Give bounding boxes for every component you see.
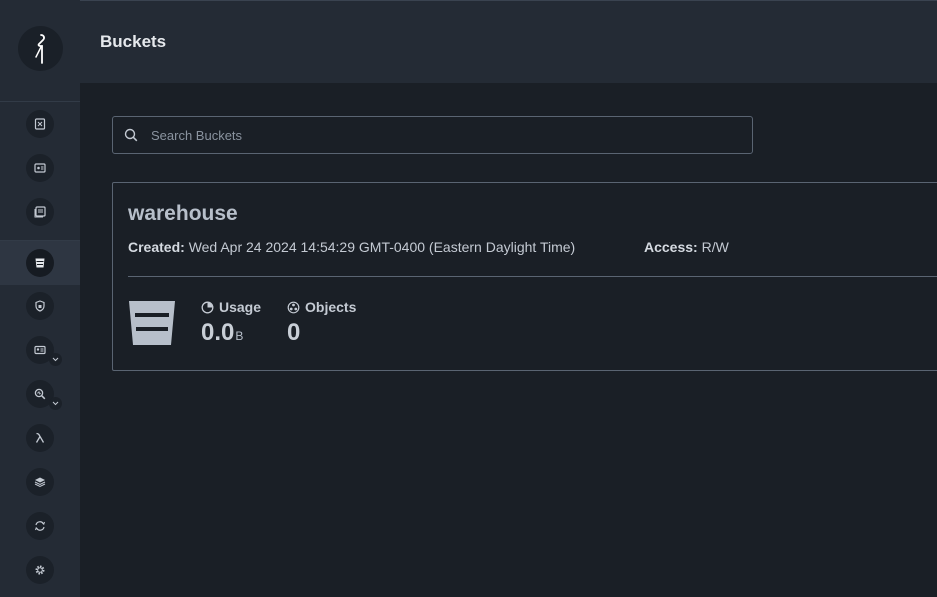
identity-icon: [34, 345, 46, 355]
created-value: Wed Apr 24 2024 14:54:29 GMT-0400 (Easte…: [188, 239, 576, 255]
page-title: Buckets: [100, 32, 167, 51]
sidebar: [0, 0, 80, 597]
documentation-icon: [34, 206, 46, 218]
sidebar-item-access-keys[interactable]: [0, 146, 80, 190]
sidebar-item-policies[interactable]: [0, 284, 80, 328]
replication-icon: [35, 521, 45, 531]
usage-stat: Usage 0.0B: [201, 299, 261, 347]
bucket-created: Created: Wed Apr 24 2024 14:54:29 GMT-04…: [128, 239, 575, 255]
created-label: Created:: [128, 239, 185, 255]
sidebar-item-replication[interactable]: [0, 504, 80, 548]
objects-value: 0: [287, 319, 301, 346]
access-keys-icon: [34, 163, 46, 173]
sidebar-item-tiering[interactable]: [0, 460, 80, 504]
policies-icon: [35, 300, 45, 312]
sidebar-item-settings[interactable]: [0, 548, 80, 592]
search-icon: [113, 128, 149, 142]
sidebar-item-documentation[interactable]: [0, 190, 80, 234]
bucket-name[interactable]: warehouse: [128, 202, 238, 226]
bucket-icon: [128, 299, 176, 352]
bucket-access: Access: R/W: [644, 239, 729, 255]
buckets-icon: [35, 258, 45, 268]
objects-icon: [287, 301, 300, 313]
usage-value: 0.0: [201, 319, 235, 346]
search-input[interactable]: [149, 126, 752, 144]
sidebar-item-object-browser[interactable]: [0, 102, 80, 146]
access-label: Access:: [644, 239, 698, 255]
search-bar[interactable]: [112, 116, 753, 154]
sidebar-item-monitoring[interactable]: [0, 372, 80, 416]
bucket-card[interactable]: warehouse Created: Wed Apr 24 2024 14:54…: [112, 182, 937, 371]
minio-logo-icon[interactable]: [18, 26, 63, 71]
objects-stat: Objects 0: [287, 299, 356, 347]
objects-label: Objects: [305, 299, 357, 315]
usage-unit: B: [235, 329, 244, 343]
chevron-down-icon[interactable]: [49, 353, 62, 366]
card-divider: [128, 276, 937, 277]
monitoring-icon: [34, 388, 46, 400]
object-browser-icon: [34, 118, 46, 130]
usage-label: Usage: [219, 299, 262, 315]
layers-icon: [34, 477, 46, 488]
lambda-icon: [35, 432, 45, 443]
gear-icon: [35, 565, 45, 575]
access-value: R/W: [701, 239, 729, 255]
chevron-down-icon[interactable]: [49, 397, 62, 410]
sidebar-item-buckets[interactable]: [0, 241, 80, 285]
sidebar-item-events[interactable]: [0, 416, 80, 460]
page-header: Buckets: [80, 0, 937, 83]
pie-chart-icon: [201, 301, 214, 313]
sidebar-item-identity[interactable]: [0, 328, 80, 372]
